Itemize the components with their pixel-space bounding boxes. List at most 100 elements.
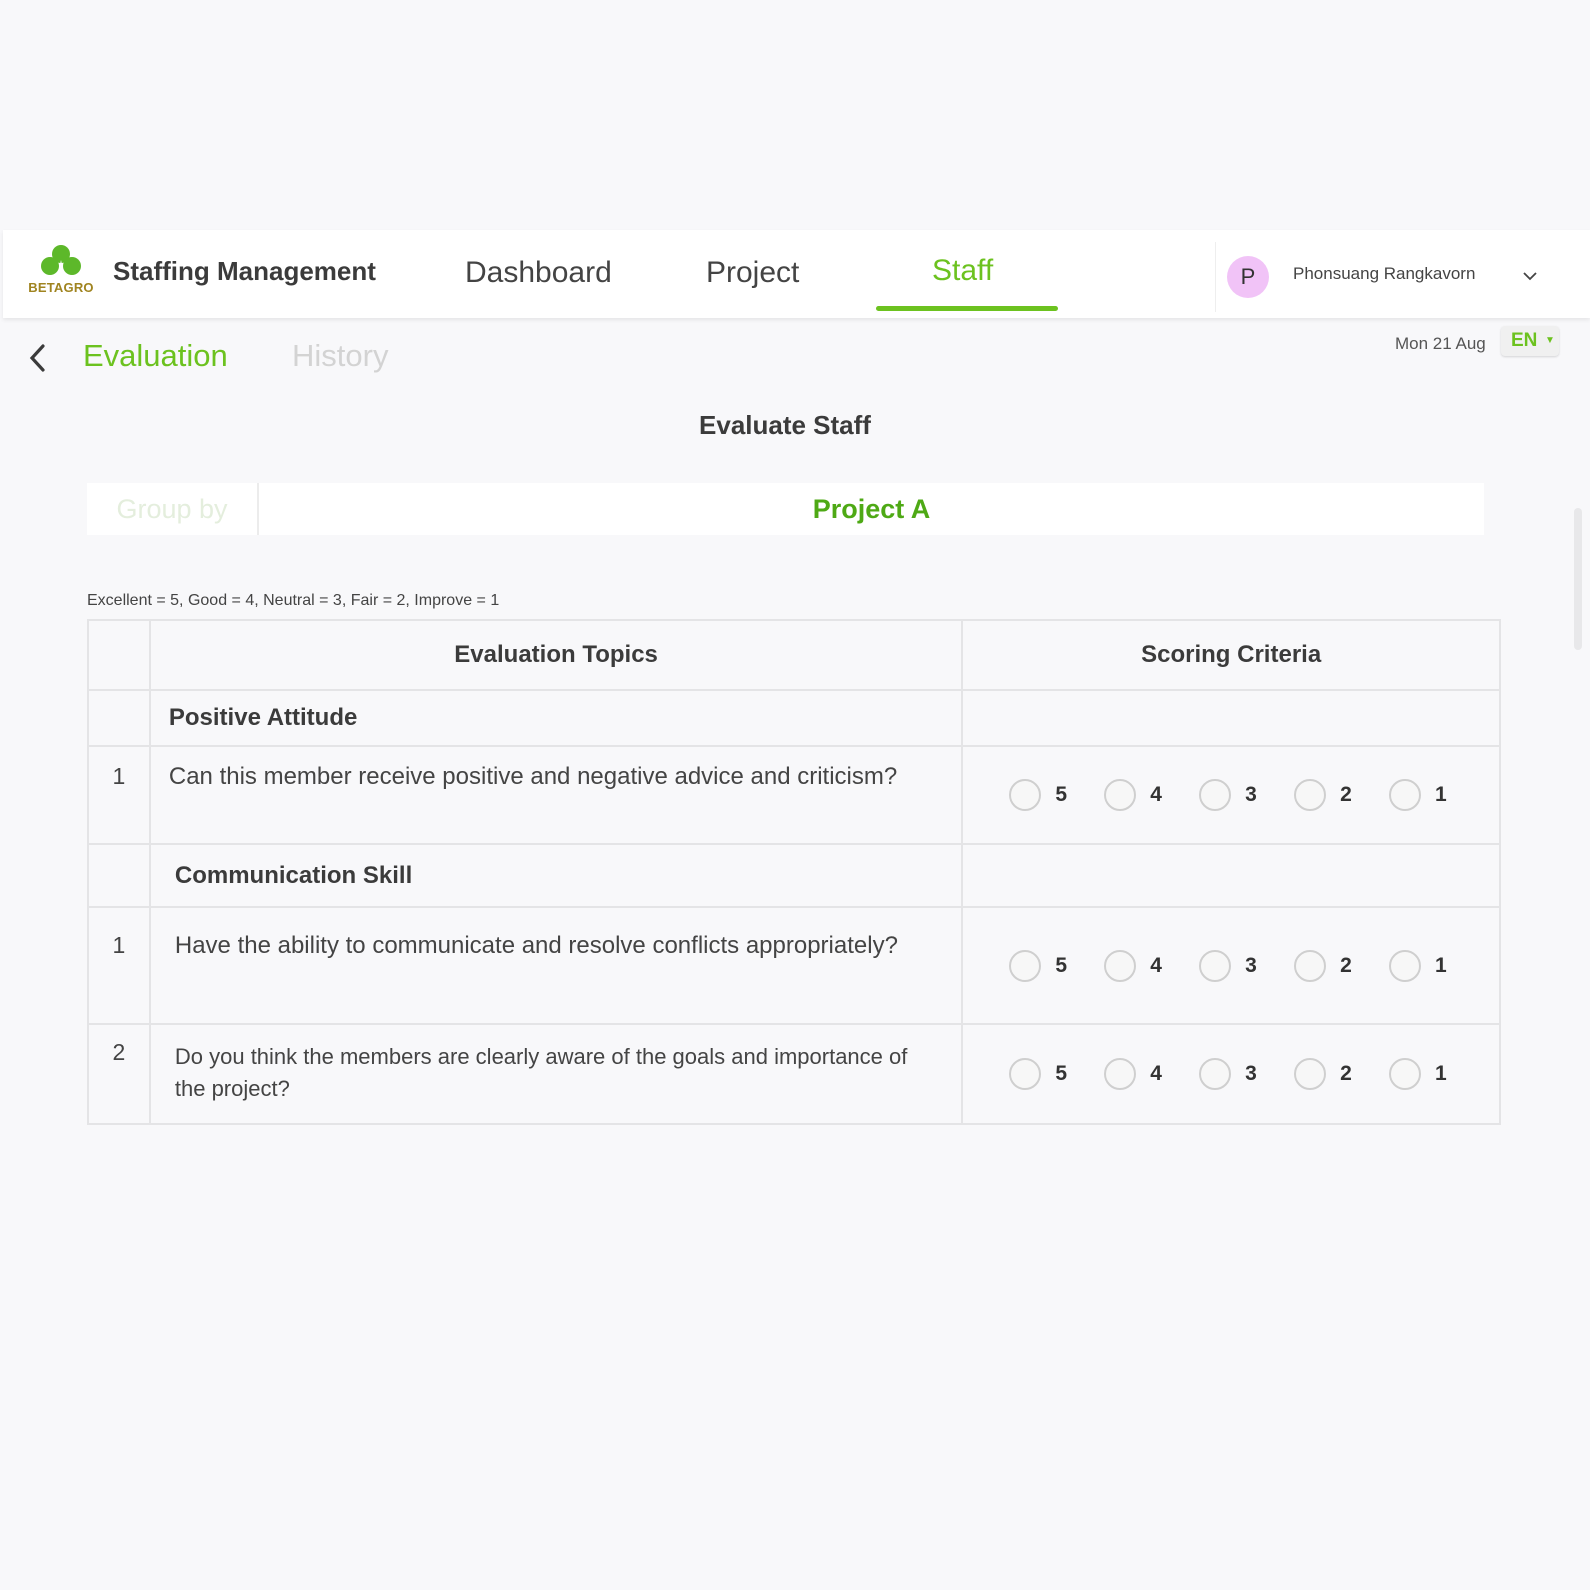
header-number <box>87 619 151 691</box>
user-name[interactable]: Phonsuang Rangkavorn <box>1293 264 1475 284</box>
table-row: 1 Can this member receive positive and n… <box>87 745 1501 845</box>
table-row: 2 Do you think the members are clearly a… <box>87 1023 1501 1125</box>
score-label: 4 <box>1150 953 1162 977</box>
section-row: Positive Attitude <box>87 689 1501 747</box>
score-option-1[interactable]: 1 <box>1389 949 1453 982</box>
top-navigation-bar: BETAGRO Staffing Management Dashboard Pr… <box>3 230 1590 318</box>
score-option-4[interactable]: 4 <box>1104 949 1168 982</box>
language-label: EN <box>1511 330 1538 351</box>
radio-icon[interactable] <box>1389 1058 1421 1090</box>
logo-text: BETAGRO <box>28 280 94 295</box>
section-title: Positive Attitude <box>148 689 964 747</box>
radio-icon[interactable] <box>1199 1058 1232 1090</box>
chevron-down-icon[interactable] <box>1523 268 1537 286</box>
question-text: Can this member receive positive and neg… <box>148 745 964 845</box>
score-cell: 5 4 3 2 1 <box>961 745 1501 845</box>
question-text: Have the ability to communicate and reso… <box>148 906 964 1025</box>
radio-icon[interactable] <box>1389 779 1421 811</box>
question-number: 1 <box>87 906 151 1025</box>
score-option-3[interactable]: 3 <box>1199 1058 1263 1090</box>
question-number: 2 <box>87 1023 151 1125</box>
radio-icon[interactable] <box>1294 779 1327 811</box>
score-radio-group: 5 4 3 2 1 <box>963 779 1499 811</box>
score-option-3[interactable]: 3 <box>1199 949 1263 982</box>
clover-logo-icon <box>41 245 81 278</box>
score-option-5[interactable]: 5 <box>1009 1058 1073 1090</box>
language-selector[interactable]: EN ▼ <box>1501 326 1559 356</box>
score-option-2[interactable]: 2 <box>1294 949 1358 982</box>
radio-icon[interactable] <box>1104 1058 1137 1090</box>
back-arrow-icon[interactable] <box>27 344 49 377</box>
score-option-3[interactable]: 3 <box>1199 779 1263 811</box>
header-evaluation-topics: Evaluation Topics <box>148 619 964 691</box>
radio-icon[interactable] <box>1009 779 1042 811</box>
nav-dashboard[interactable]: Dashboard <box>465 256 612 290</box>
score-option-2[interactable]: 2 <box>1294 779 1358 811</box>
score-label: 5 <box>1055 953 1067 977</box>
section-score-cell <box>961 843 1501 908</box>
question-text: Do you think the members are clearly awa… <box>148 1023 964 1125</box>
score-label: 3 <box>1245 783 1257 806</box>
radio-icon[interactable] <box>1009 1058 1042 1090</box>
radio-icon[interactable] <box>1104 779 1137 811</box>
radio-icon[interactable] <box>1389 949 1421 982</box>
tab-evaluation[interactable]: Evaluation <box>83 338 228 374</box>
score-cell: 5 4 3 2 1 <box>961 1023 1501 1125</box>
score-label: 3 <box>1245 953 1257 977</box>
score-radio-group: 5 4 3 2 1 <box>963 949 1499 982</box>
score-label: 2 <box>1340 783 1352 806</box>
section-title: Communication Skill <box>148 843 964 908</box>
vertical-scrollbar[interactable] <box>1574 508 1582 650</box>
score-cell: 5 4 3 2 1 <box>961 906 1501 1025</box>
betagro-logo[interactable]: BETAGRO <box>25 244 97 298</box>
question-number: 1 <box>87 745 151 845</box>
score-label: 1 <box>1435 1062 1447 1085</box>
caret-down-icon: ▼ <box>1545 335 1555 346</box>
section-row: Communication Skill <box>87 843 1501 908</box>
score-label: 1 <box>1435 953 1447 977</box>
score-label: 4 <box>1150 1062 1162 1085</box>
score-label: 1 <box>1435 783 1447 806</box>
group-by-label: Group by <box>87 483 259 535</box>
nav-staff[interactable]: Staff <box>932 254 993 288</box>
tab-history[interactable]: History <box>292 338 388 374</box>
avatar[interactable]: P <box>1227 256 1269 298</box>
radio-icon[interactable] <box>1104 949 1137 982</box>
group-by-value[interactable]: Project A <box>259 483 1484 535</box>
score-label: 2 <box>1340 953 1352 977</box>
radio-icon[interactable] <box>1199 949 1232 982</box>
score-label: 4 <box>1150 783 1162 806</box>
active-nav-indicator <box>876 306 1058 311</box>
header-scoring-criteria: Scoring Criteria <box>961 619 1501 691</box>
app-title: Staffing Management <box>113 256 376 286</box>
score-label: 5 <box>1055 783 1067 806</box>
radio-icon[interactable] <box>1009 949 1042 982</box>
table-row: 1 Have the ability to communicate and re… <box>87 906 1501 1025</box>
table-header-row: Evaluation Topics Scoring Criteria <box>87 619 1501 691</box>
user-divider <box>1215 242 1216 312</box>
evaluation-table: Evaluation Topics Scoring Criteria Posit… <box>87 619 1501 1125</box>
score-option-2[interactable]: 2 <box>1294 1058 1358 1090</box>
score-label: 2 <box>1340 1062 1352 1085</box>
score-label: 5 <box>1055 1062 1067 1085</box>
section-number-cell <box>87 689 151 747</box>
page-title: Evaluate Staff <box>699 410 871 440</box>
score-radio-group: 5 4 3 2 1 <box>963 1058 1499 1090</box>
radio-icon[interactable] <box>1294 1058 1327 1090</box>
radio-icon[interactable] <box>1199 779 1232 811</box>
score-option-4[interactable]: 4 <box>1104 779 1168 811</box>
app-window: BETAGRO Staffing Management Dashboard Pr… <box>3 230 1590 1358</box>
group-by-bar: Group by Project A <box>87 483 1484 535</box>
radio-icon[interactable] <box>1294 949 1327 982</box>
score-label: 3 <box>1245 1062 1257 1085</box>
score-legend: Excellent = 5, Good = 4, Neutral = 3, Fa… <box>87 592 500 609</box>
score-option-5[interactable]: 5 <box>1009 949 1073 982</box>
section-score-cell <box>961 689 1501 747</box>
score-option-5[interactable]: 5 <box>1009 779 1073 811</box>
nav-project[interactable]: Project <box>706 256 799 290</box>
score-option-1[interactable]: 1 <box>1389 779 1453 811</box>
score-option-4[interactable]: 4 <box>1104 1058 1168 1090</box>
section-number-cell <box>87 843 151 908</box>
current-date: Mon 21 Aug <box>1395 334 1486 353</box>
score-option-1[interactable]: 1 <box>1389 1058 1453 1090</box>
